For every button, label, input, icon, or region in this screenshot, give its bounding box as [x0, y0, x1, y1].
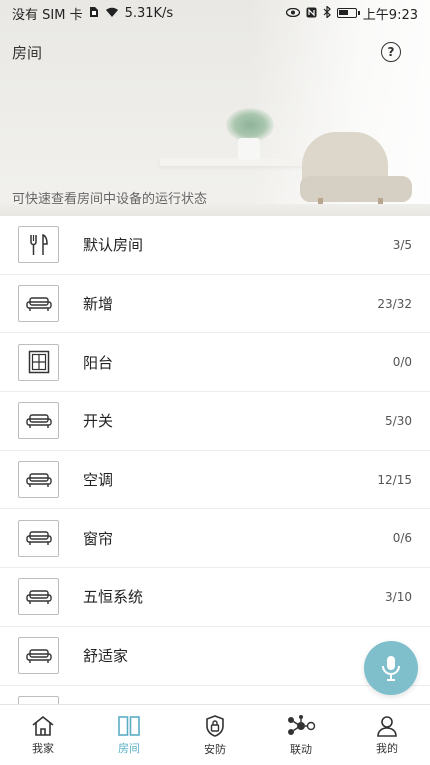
sofa-icon: [18, 695, 59, 704]
nav-label: 房间: [118, 741, 140, 755]
window-icon: [18, 343, 59, 381]
nav-linkage[interactable]: 联动: [258, 705, 344, 765]
rooms-icon: [118, 715, 140, 736]
header-banner: 没有 SIM 卡 5.31K/s 上午9:23 房间 ? 可快速查看房间中设备的…: [0, 0, 430, 216]
bottom-nav: 我家 房间 安防 联动 我的: [0, 704, 430, 765]
device-count: 5/30: [385, 413, 412, 428]
eye-icon: [285, 7, 300, 19]
device-count: 0/0: [392, 355, 412, 370]
bluetooth-icon: [323, 5, 331, 20]
room-row[interactable]: 阳台 0/0: [0, 333, 430, 393]
sofa-icon: [18, 402, 59, 440]
room-list: 默认房间 3/5 新增 23/32 阳台 0/0 开关 5/30 空调 12/1…: [0, 216, 430, 704]
room-name: 默认房间: [83, 236, 144, 255]
clock: 上午9:23: [362, 7, 418, 23]
room-name: 新增: [83, 295, 114, 314]
room-name: 舒适家: [83, 647, 129, 666]
sofa-icon: [18, 578, 59, 616]
nav-label: 我的: [376, 741, 398, 755]
sim-status: 没有 SIM 卡: [12, 7, 83, 23]
nav-rooms[interactable]: 房间: [86, 705, 172, 765]
nav-home[interactable]: 我家: [0, 705, 86, 765]
user-icon: [377, 715, 397, 737]
room-name: 空调: [83, 471, 114, 490]
room-name: 开关: [83, 412, 114, 431]
sofa-icon: [18, 285, 59, 323]
device-count: 23/32: [377, 296, 412, 311]
banner-chair-seat: [300, 176, 412, 202]
room-row[interactable]: 默认房间 3/5: [0, 216, 430, 275]
room-row[interactable]: 新增 23/32: [0, 275, 430, 334]
device-count: 3/5: [392, 237, 412, 252]
room-name: 阳台: [83, 353, 114, 372]
device-count: 3/10: [385, 589, 412, 604]
room-name: 五恒系统: [83, 588, 144, 607]
status-bar-left: 没有 SIM 卡 5.31K/s: [12, 4, 173, 23]
room-row[interactable]: 空调 12/15: [0, 451, 430, 510]
help-icon[interactable]: ?: [381, 42, 401, 62]
room-row[interactable]: 五恒系统 3/10: [0, 568, 430, 627]
banner-plant: [226, 108, 274, 142]
network-speed: 5.31K/s: [124, 5, 174, 21]
voice-button[interactable]: [364, 641, 418, 695]
device-count: 0/6: [392, 531, 412, 546]
room-row-partial[interactable]: [0, 686, 430, 704]
utensils-icon: [18, 226, 59, 264]
status-bar-right: 上午9:23: [285, 4, 418, 23]
page-subtitle: 可快速查看房间中设备的运行状态: [12, 192, 208, 207]
linkage-icon: [288, 714, 316, 735]
banner-shelf: [160, 158, 310, 166]
security-icon: [206, 714, 224, 737]
nfc-icon: [306, 7, 317, 20]
microphone-icon: [382, 656, 400, 681]
nav-security[interactable]: 安防: [172, 705, 258, 765]
sofa-icon: [18, 461, 59, 499]
battery-icon: [336, 8, 360, 18]
sofa-icon: [18, 637, 59, 675]
sofa-icon: [18, 519, 59, 557]
room-name: 窗帘: [83, 529, 114, 548]
screen: 没有 SIM 卡 5.31K/s 上午9:23 房间 ? 可快速查看房间中设备的…: [0, 0, 430, 765]
nav-label: 联动: [290, 742, 312, 756]
sim-card-icon: [89, 6, 99, 20]
nav-label: 我家: [32, 741, 54, 755]
status-bar: 没有 SIM 卡 5.31K/s 上午9:23: [0, 0, 430, 26]
room-row[interactable]: 开关 5/30: [0, 392, 430, 451]
nav-label: 安防: [204, 742, 226, 756]
page-title: 房间: [12, 44, 43, 62]
banner-plant-pot: [238, 138, 260, 160]
nav-mine[interactable]: 我的: [344, 705, 430, 765]
device-count: 12/15: [377, 472, 412, 487]
room-row[interactable]: 窗帘 0/6: [0, 509, 430, 569]
wifi-icon: [105, 7, 119, 20]
home-icon: [32, 715, 54, 736]
